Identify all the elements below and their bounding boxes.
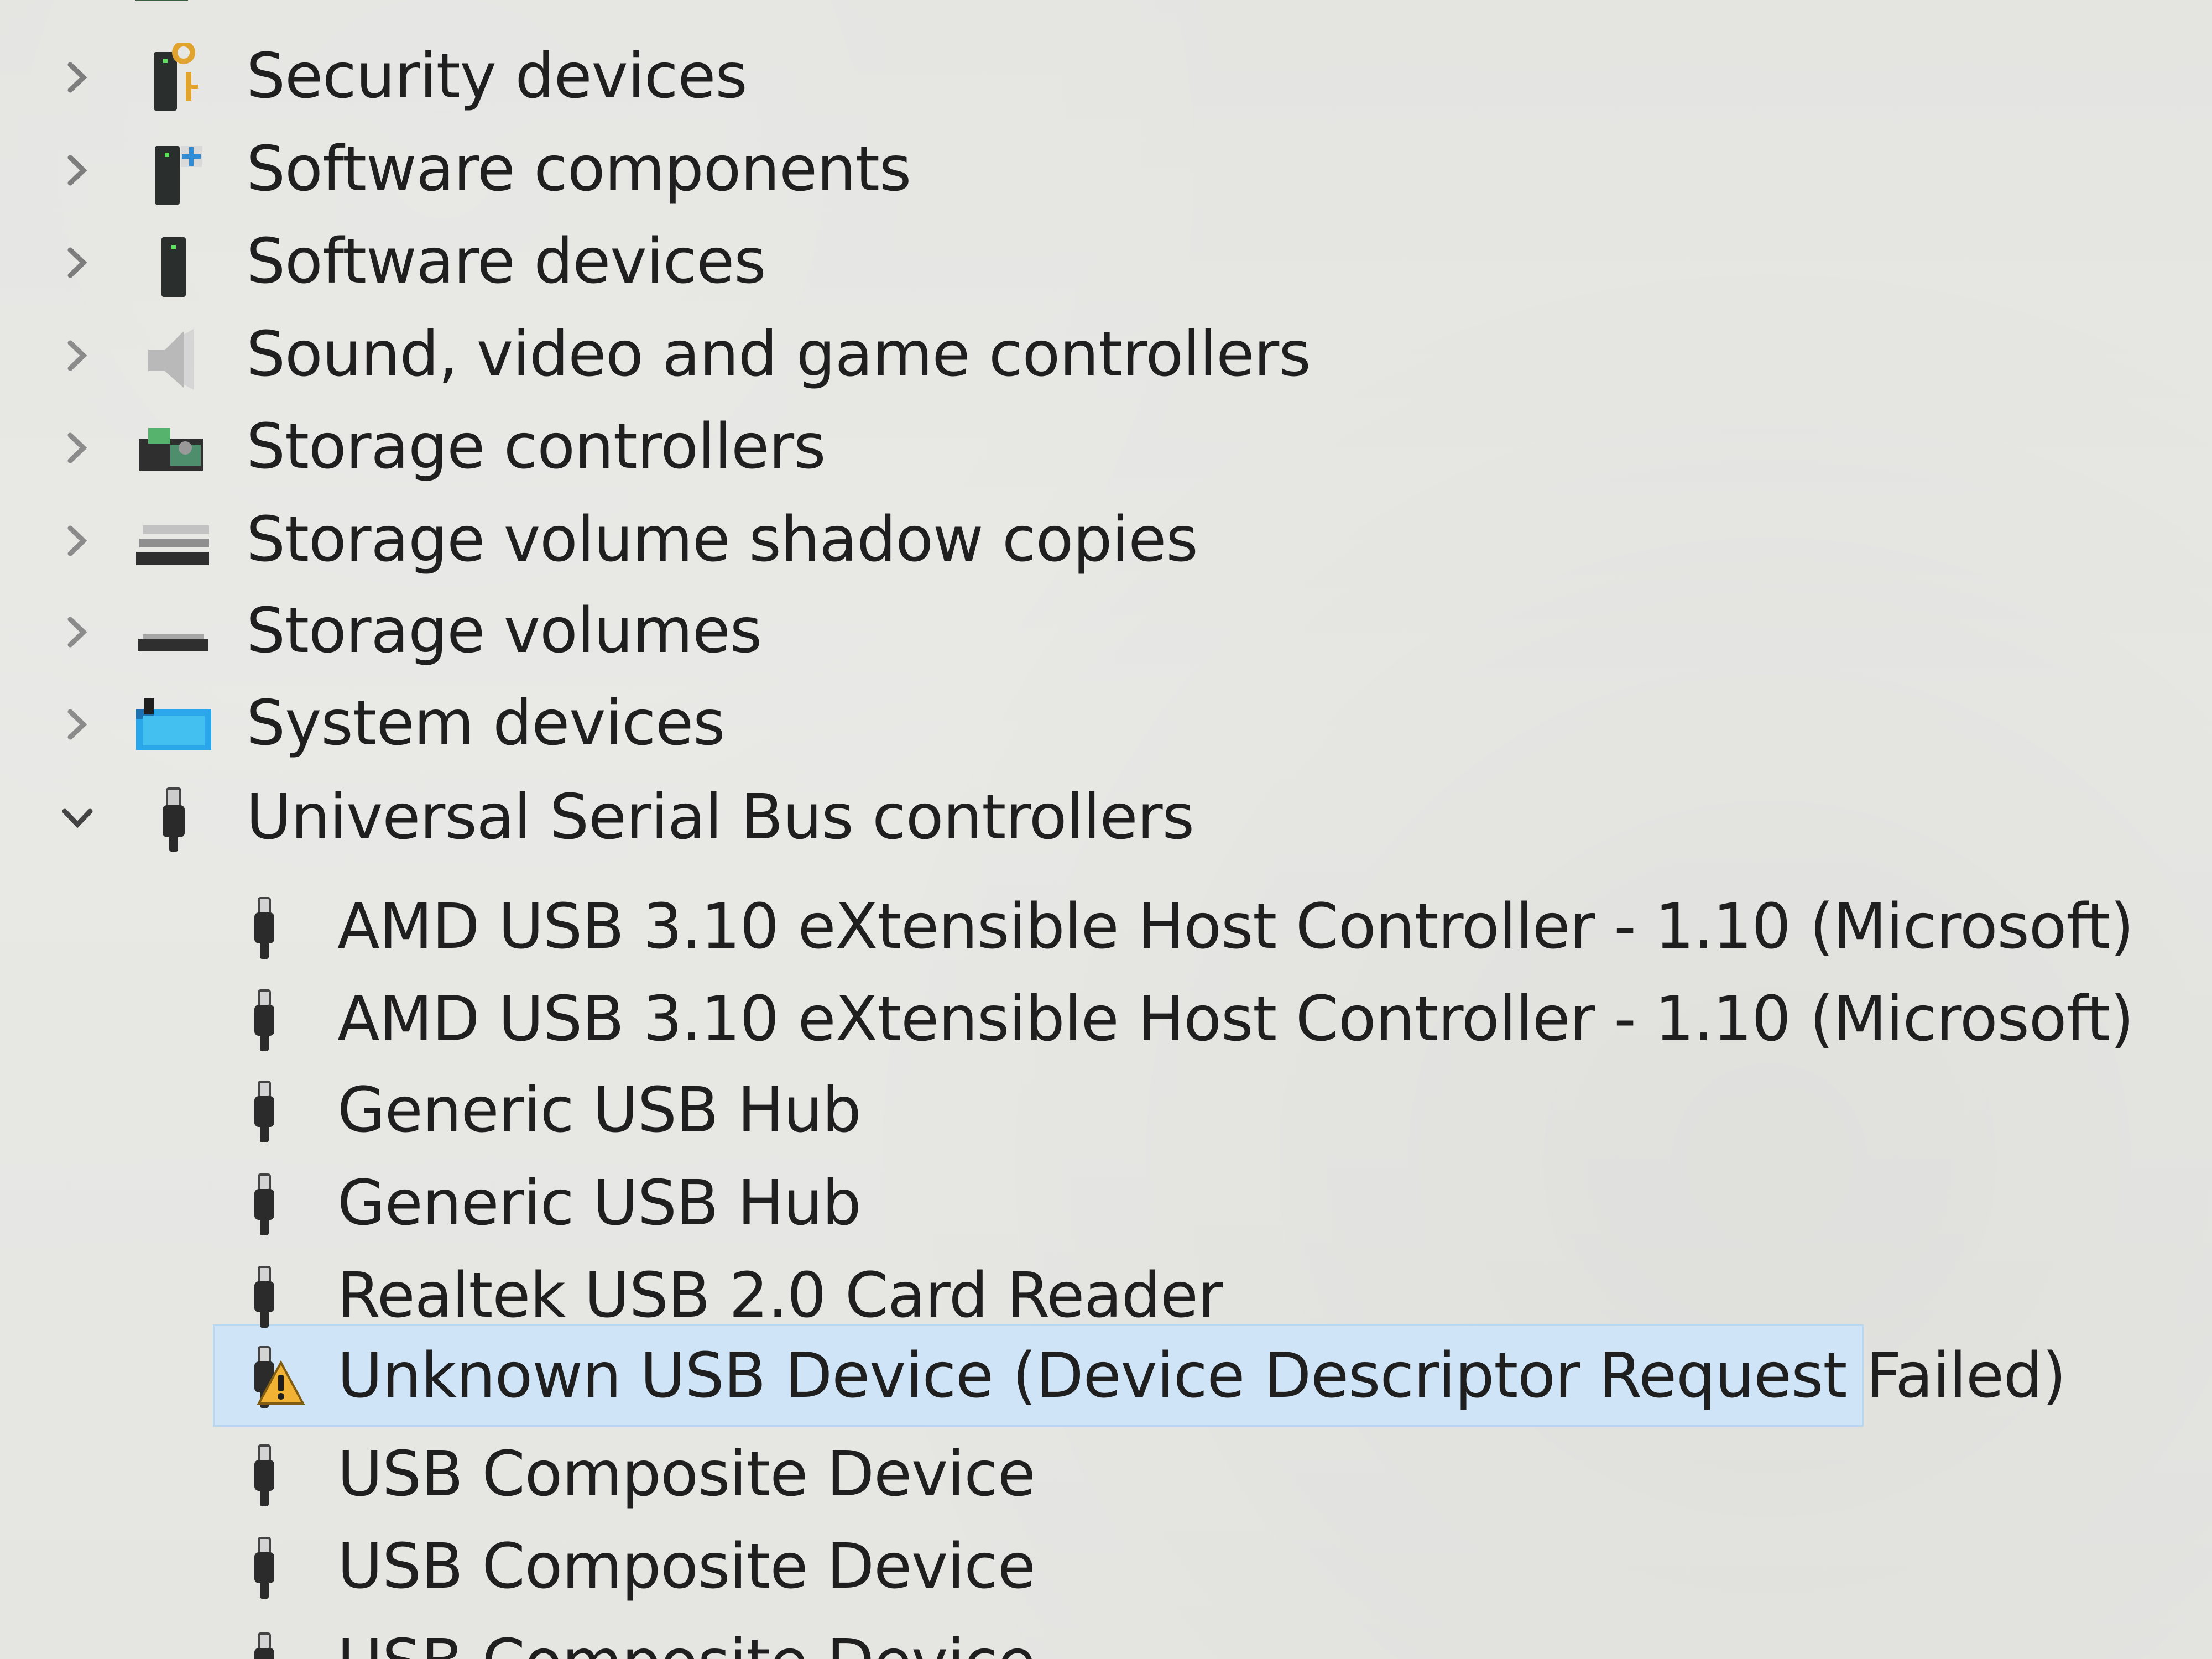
software-devices-icon xyxy=(133,228,221,300)
usb-device-icon xyxy=(238,1441,304,1513)
chevron-right-icon[interactable] xyxy=(58,521,97,560)
storage-controllers-icon xyxy=(133,414,221,486)
device-label: Generic USB Hub xyxy=(337,1074,862,1146)
usb-device-row[interactable]: USB Composite Device xyxy=(0,1619,2212,1659)
processor-icon xyxy=(133,0,221,4)
usb-device-row[interactable]: Realtek USB 2.0 Card Reader xyxy=(0,1253,2212,1341)
device-manager-tree-view[interactable]: Processors Security devices xyxy=(0,0,2212,1659)
chevron-down-icon[interactable] xyxy=(58,799,97,838)
tree-item-label: Software components xyxy=(246,133,911,205)
usb-device-icon xyxy=(238,1262,304,1334)
device-label: Unknown USB Device (Device Descriptor Re… xyxy=(337,1340,2067,1412)
chevron-right-icon[interactable] xyxy=(58,429,97,467)
selected-usb-device-row[interactable]: Unknown USB Device (Device Descriptor Re… xyxy=(0,1333,2212,1421)
chevron-right-icon[interactable] xyxy=(58,151,97,190)
usb-device-icon xyxy=(238,986,304,1058)
device-label: USB Composite Device xyxy=(337,1624,1036,1659)
storage-volumes-icon xyxy=(133,598,221,670)
tree-item-label: Sound, video and game controllers xyxy=(246,319,1311,390)
device-label: USB Composite Device xyxy=(337,1531,1036,1603)
usb-device-icon xyxy=(238,1629,304,1659)
chevron-right-icon[interactable] xyxy=(58,613,97,651)
tree-item-label: Storage volumes xyxy=(246,595,762,667)
device-label: AMD USB 3.10 eXtensible Host Controller … xyxy=(337,983,2134,1055)
tree-item-label: Storage volume shadow copies xyxy=(246,504,1198,576)
usb-device-icon xyxy=(238,894,304,966)
chevron-right-icon[interactable] xyxy=(58,243,97,282)
chevron-right-icon[interactable] xyxy=(58,705,97,744)
tree-item-label: Software devices xyxy=(246,226,766,298)
tree-item-label: Storage controllers xyxy=(246,411,826,483)
usb-device-row[interactable]: Generic USB Hub xyxy=(0,1067,2212,1156)
software-components-icon xyxy=(133,136,221,208)
tree-item-label: Security devices xyxy=(246,40,748,112)
usb-device-icon xyxy=(238,1533,304,1605)
usb-device-row[interactable]: Generic USB Hub xyxy=(0,1160,2212,1249)
usb-device-icon xyxy=(238,1170,304,1242)
device-label: Realtek USB 2.0 Card Reader xyxy=(337,1260,1223,1332)
usb-device-row[interactable]: AMD USB 3.10 eXtensible Host Controller … xyxy=(0,976,2212,1065)
warning-icon xyxy=(255,1359,306,1408)
tree-item-label: Universal Serial Bus controllers xyxy=(246,781,1194,853)
security-devices-icon xyxy=(133,43,221,115)
system-devices-icon xyxy=(133,690,221,762)
usb-device-icon xyxy=(238,1077,304,1149)
chevron-right-icon[interactable] xyxy=(58,336,97,375)
chevron-right-icon[interactable] xyxy=(58,58,97,97)
sound-icon xyxy=(133,321,221,393)
usb-controller-icon xyxy=(133,784,221,856)
usb-device-row[interactable]: USB Composite Device xyxy=(0,1524,2212,1612)
device-label: USB Composite Device xyxy=(337,1438,1036,1510)
tree-item-label: System devices xyxy=(246,687,725,759)
tree-item-label: Processors xyxy=(246,0,572,4)
device-label: AMD USB 3.10 eXtensible Host Controller … xyxy=(337,891,2134,963)
partial-bottom-row-container: USB Composite Device xyxy=(0,1604,2212,1659)
usb-device-row[interactable]: USB Composite Device xyxy=(0,1431,2212,1520)
usb-device-row[interactable]: AMD USB 3.10 eXtensible Host Controller … xyxy=(0,884,2212,972)
storage-shadow-copies-icon xyxy=(133,507,221,578)
device-label: Generic USB Hub xyxy=(337,1167,862,1239)
